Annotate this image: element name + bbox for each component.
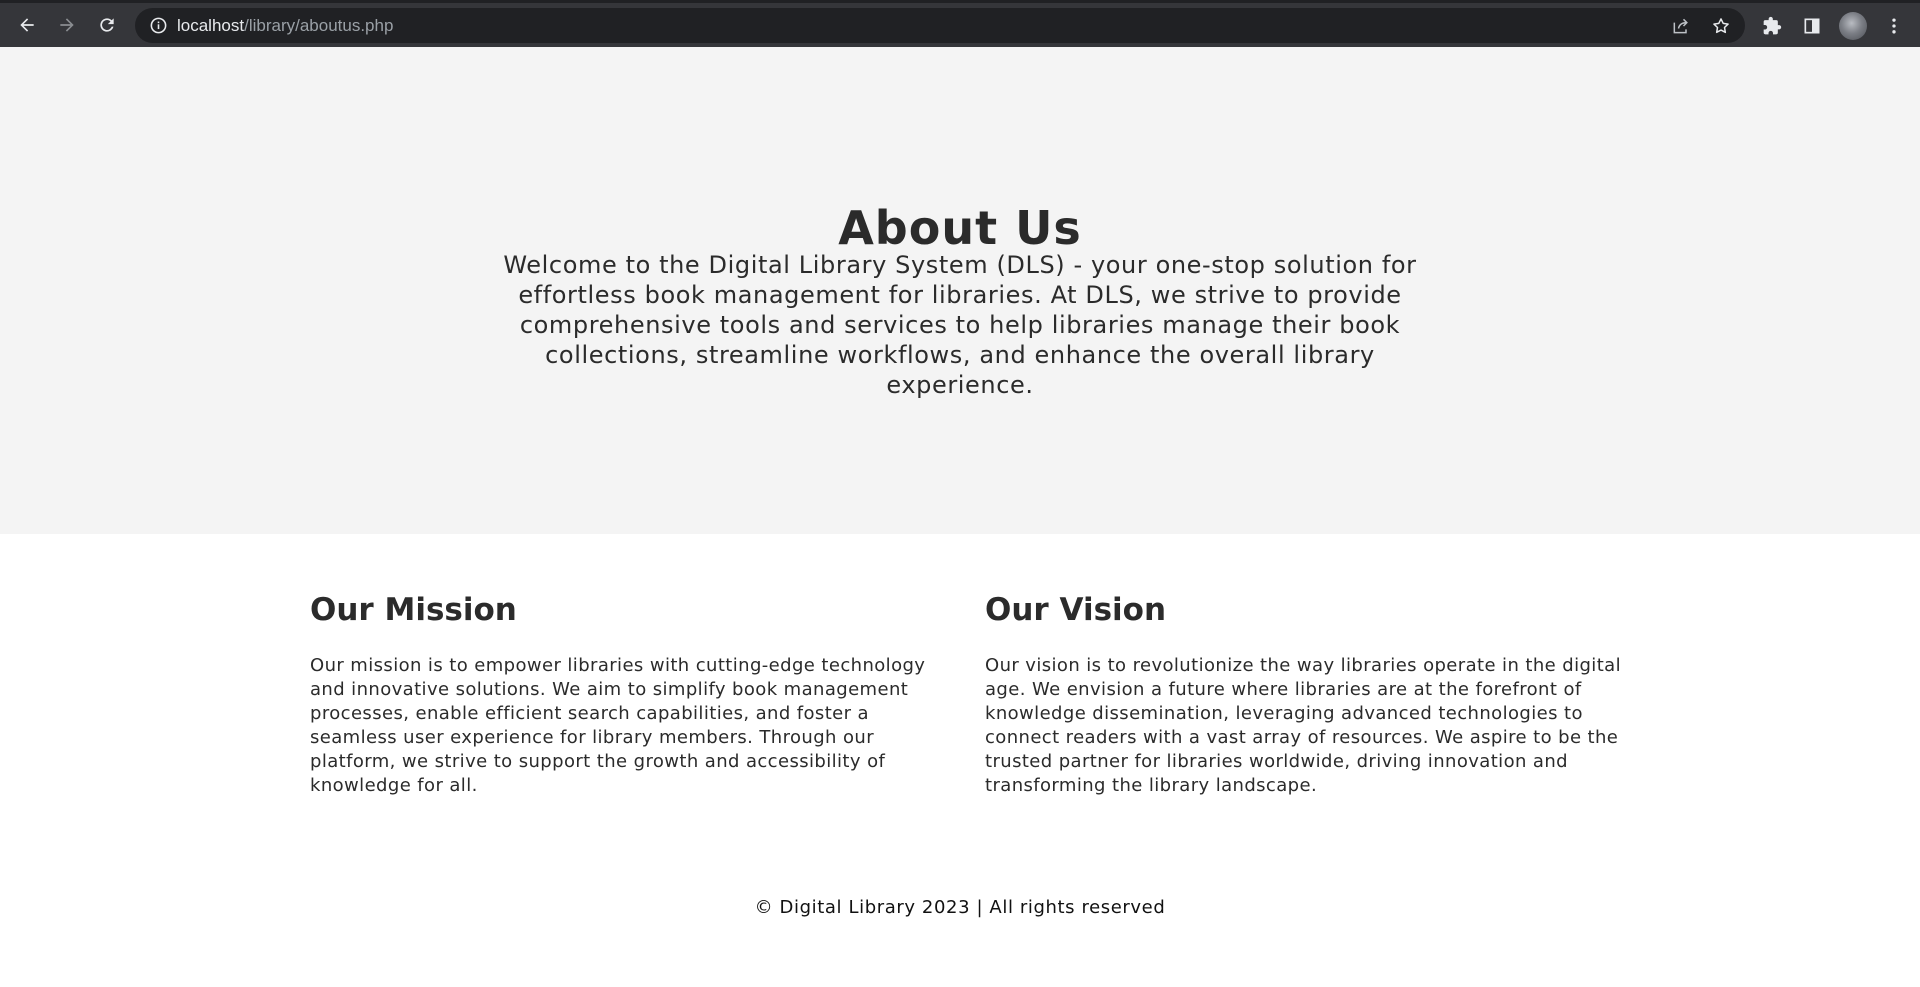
url-path: /library/aboutus.php — [244, 16, 394, 35]
vision-text: Our vision is to revolutionize the way l… — [985, 655, 1621, 796]
back-button[interactable] — [11, 9, 43, 41]
star-icon — [1713, 18, 1729, 34]
reload-icon — [100, 18, 114, 32]
info-icon[interactable] — [149, 16, 168, 35]
url-host: localhost — [177, 16, 245, 35]
forward-button[interactable] — [51, 9, 83, 41]
share-button[interactable] — [1670, 15, 1692, 37]
share-icon — [1673, 18, 1688, 34]
vision-heading: Our Vision — [985, 592, 1167, 628]
reload-button[interactable] — [91, 9, 123, 41]
footer: © Digital Library 2023 | All rights rese… — [754, 897, 1166, 918]
vision-section: Our Vision Our vision is to revolutioniz… — [985, 590, 1625, 798]
arrow-left-icon — [20, 18, 34, 32]
extensions-button[interactable] — [1758, 12, 1786, 40]
browser-toolbar: localhost/library/aboutus.php — [0, 0, 1920, 47]
hero-description: Welcome to the Digital Library System (D… — [503, 251, 1417, 399]
side-panel-icon — [1804, 18, 1820, 34]
menu-button[interactable] — [1880, 12, 1908, 40]
url-text[interactable]: localhost/library/aboutus.php — [177, 15, 393, 36]
address-bar[interactable]: localhost/library/aboutus.php — [135, 8, 1745, 43]
puzzle-icon — [1763, 16, 1782, 35]
about-hero-section: About Us Welcome to the Digital Library … — [0, 47, 1920, 534]
more-vertical-icon — [1892, 18, 1896, 34]
profile-avatar[interactable] — [1839, 12, 1867, 40]
mission-section: Our Mission Our mission is to empower li… — [310, 590, 950, 798]
bookmark-button[interactable] — [1710, 15, 1732, 37]
mission-heading: Our Mission — [310, 592, 517, 628]
arrow-right-icon — [60, 18, 74, 32]
page-title: About Us — [838, 200, 1082, 255]
side-panel-button[interactable] — [1798, 12, 1826, 40]
mission-text: Our mission is to empower libraries with… — [310, 655, 926, 796]
